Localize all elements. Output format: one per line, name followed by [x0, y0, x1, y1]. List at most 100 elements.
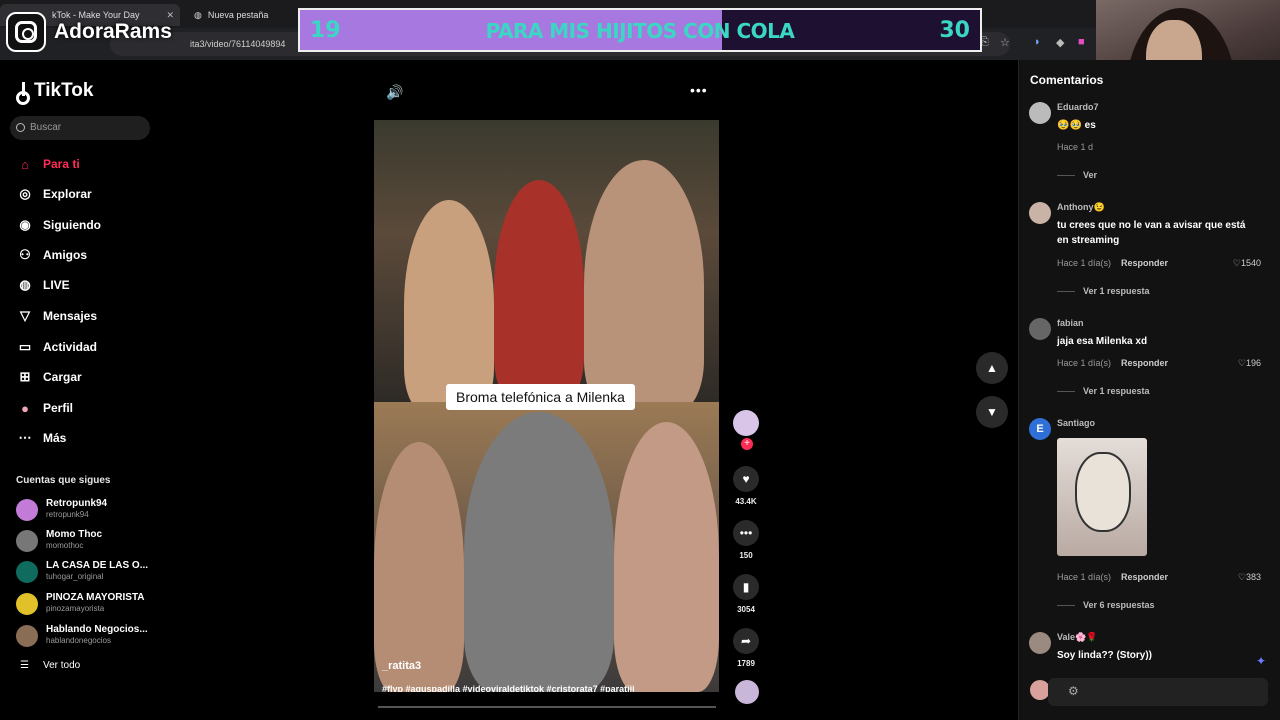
- goal-bar: 19 PARA MIS HIJITOS CON COLA 30: [298, 8, 982, 52]
- comment-icon: •••: [733, 520, 759, 546]
- nav-item-mensajes[interactable]: ▽ Mensajes: [16, 305, 97, 327]
- previous-video-button[interactable]: ▲: [976, 352, 1008, 384]
- view-replies-link[interactable]: Ver 1 respuesta: [1057, 286, 1150, 296]
- account-name: LA CASA DE LAS O...: [46, 560, 149, 571]
- chevron-up-icon: ▲: [986, 361, 998, 375]
- account-handle: momothoc: [46, 541, 84, 550]
- comment-text: tu crees que no le van a avisar que está…: [1057, 220, 1246, 246]
- view-replies-link[interactable]: Ver 6 respuestas: [1057, 600, 1155, 610]
- sparkle-icon[interactable]: ✦: [1256, 654, 1266, 668]
- avatar[interactable]: [1029, 632, 1051, 654]
- following-title: Cuentas que sigues: [16, 475, 111, 486]
- comment-item: E Santiago Hace 1 día(s) Responder ♡383 V…: [1029, 418, 1279, 618]
- see-all-link[interactable]: ☰ Ver todo: [20, 660, 80, 671]
- followed-account[interactable]: Hablando Negocios... hablandonegocios: [16, 623, 156, 649]
- upload-icon: ⊞: [19, 369, 31, 384]
- current-user-avatar: [1030, 680, 1050, 700]
- comment-user[interactable]: fabian: [1057, 318, 1084, 328]
- avatar[interactable]: [1029, 318, 1051, 340]
- nav-label: Explorar: [43, 187, 92, 201]
- video-progress-bar[interactable]: [378, 706, 716, 708]
- search-icon: [16, 123, 25, 132]
- more-options-icon[interactable]: •••: [690, 82, 708, 98]
- like-count: 383: [1245, 572, 1261, 582]
- nav-item-cargar[interactable]: ⊞ Cargar: [16, 366, 82, 388]
- like-count: 43.4K: [735, 497, 757, 506]
- save-button[interactable]: ▮ 3054: [730, 574, 762, 614]
- comment-time: Hace 1 día(s): [1057, 358, 1112, 368]
- view-replies-link[interactable]: Ver: [1057, 170, 1097, 180]
- share-button[interactable]: ➦ 1789: [730, 628, 762, 668]
- profile-icon: ●: [21, 400, 29, 416]
- followed-account[interactable]: Momo Thoc momothoc: [16, 528, 156, 554]
- list-icon: ☰: [20, 660, 29, 671]
- creator-avatar[interactable]: [733, 410, 759, 436]
- video-player[interactable]: Broma telefónica a Milenka _ratita3 #fly…: [374, 120, 719, 692]
- like-button[interactable]: ♥ 43.4K: [730, 466, 762, 506]
- video-hashtags[interactable]: #flyp #aguspadilla #videoviraldetiktok #…: [382, 684, 635, 692]
- nav-item-amigos[interactable]: ⚇ Amigos: [16, 244, 87, 266]
- followed-account[interactable]: PINOZA MAYORISTA pinozamayorista: [16, 591, 156, 617]
- comment-time: Hace 1 d: [1057, 142, 1094, 152]
- search-input[interactable]: Buscar: [10, 116, 150, 140]
- live-icon: ◍: [19, 277, 31, 292]
- see-all-label: Ver todo: [42, 660, 81, 671]
- tiktok-logo[interactable]: TikTok: [16, 80, 93, 105]
- comment-likes[interactable]: ♡383: [1238, 572, 1261, 583]
- profile-icon[interactable]: ■: [1078, 36, 1085, 48]
- followed-account[interactable]: LA CASA DE LAS O... tuhogar_original: [16, 559, 156, 585]
- nav-label: Perfil: [43, 401, 74, 415]
- comment-likes[interactable]: ♡196: [1238, 358, 1261, 369]
- diamond-icon[interactable]: ◆: [1056, 36, 1064, 49]
- comment-time: Hace 1 día(s): [1057, 258, 1112, 268]
- avatar: [16, 593, 38, 615]
- volume-icon[interactable]: 🔊: [386, 84, 403, 101]
- sticker-icon[interactable]: ⚙: [1068, 684, 1079, 698]
- nav-item-live[interactable]: ◍ LIVE: [16, 274, 69, 296]
- sidebar: TikTok Buscar ⌂ Para ti ◎ Explorar ◉ Siguie…: [0, 60, 160, 720]
- comment-time: Hace 1 día(s): [1057, 572, 1112, 582]
- heart-icon: ♡: [1237, 358, 1246, 368]
- comment-user[interactable]: Santiago: [1057, 418, 1095, 428]
- nav-item-actividad[interactable]: ▭ Actividad: [16, 336, 97, 358]
- comment-input[interactable]: [1048, 678, 1268, 706]
- comment-user[interactable]: Vale🌸🌹: [1057, 632, 1097, 643]
- avatar[interactable]: E: [1029, 418, 1051, 440]
- comment-meta: Hace 1 día(s) Responder: [1057, 258, 1168, 268]
- comment-sticker-image[interactable]: [1057, 438, 1147, 556]
- comment-user[interactable]: Anthony😉: [1057, 202, 1105, 213]
- nav-item-mas[interactable]: ⋯ Más: [16, 427, 67, 449]
- nav-label: Cargar: [43, 370, 82, 384]
- followed-account[interactable]: Retropunk94 retropunk94: [16, 497, 156, 523]
- follow-plus-icon[interactable]: +: [741, 438, 753, 450]
- reply-button[interactable]: Responder: [1121, 572, 1168, 582]
- comment-likes[interactable]: ♡1540: [1233, 258, 1261, 269]
- tab-label: Nueva pestaña: [207, 10, 269, 20]
- comments-title: Comentarios: [1030, 73, 1104, 87]
- avatar[interactable]: [1029, 102, 1051, 124]
- next-video-button[interactable]: ▼: [976, 396, 1008, 428]
- tab-new[interactable]: ◍ Nueva pestaña: [188, 4, 298, 26]
- comment-text: Soy linda?? (Story)): [1057, 650, 1152, 661]
- translate-icon[interactable]: ◗: [1034, 36, 1041, 48]
- nav-label: Actividad: [43, 340, 98, 354]
- nav-item-para-ti[interactable]: ⌂ Para ti: [16, 153, 80, 175]
- comment-button[interactable]: ••• 150: [730, 520, 762, 560]
- goal-target: 30: [939, 18, 970, 43]
- star-icon[interactable]: ☆: [1000, 36, 1010, 49]
- globe-icon: ◍: [194, 10, 202, 20]
- video-frame-bottom: [374, 402, 719, 692]
- nav-label: Siguiendo: [43, 218, 101, 232]
- reply-button[interactable]: Responder: [1121, 358, 1168, 368]
- nav-item-siguiendo[interactable]: ◉ Siguiendo: [16, 214, 101, 236]
- comment-user[interactable]: Eduardo7: [1057, 102, 1099, 112]
- reply-button[interactable]: Responder: [1121, 258, 1168, 268]
- sound-avatar[interactable]: [735, 680, 759, 704]
- view-replies-link[interactable]: Ver 1 respuesta: [1057, 386, 1150, 396]
- nav-item-explorar[interactable]: ◎ Explorar: [16, 183, 92, 205]
- streamer-brand: AdoraRams: [6, 10, 172, 54]
- video-username[interactable]: _ratita3: [382, 660, 421, 672]
- account-handle: hablandonegocios: [46, 636, 111, 645]
- nav-item-perfil[interactable]: ● Perfil: [16, 397, 73, 419]
- avatar[interactable]: [1029, 202, 1051, 224]
